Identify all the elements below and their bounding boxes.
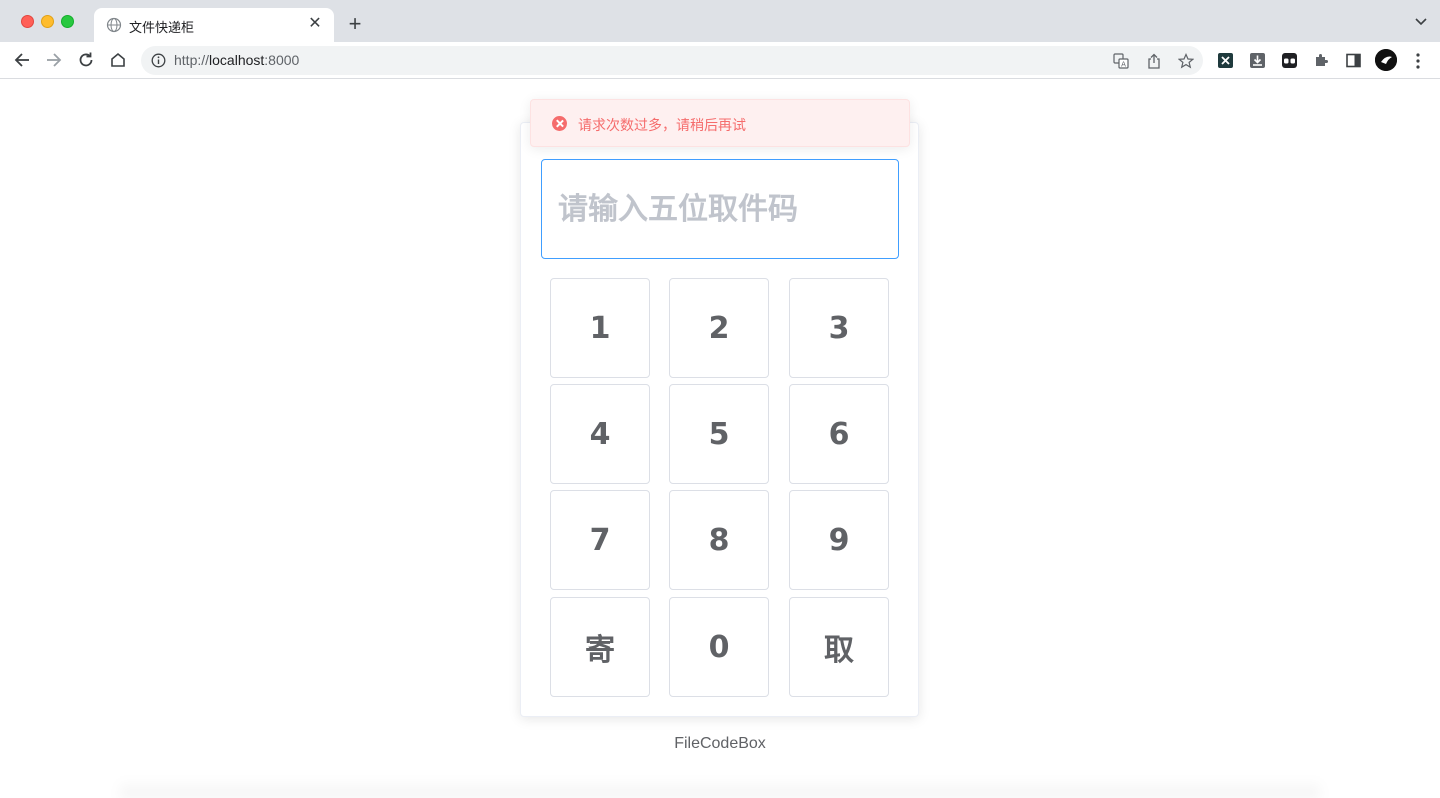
page-content: 请求次数过多，请稍后再试 1 2 3 4 5 6 7 8 9 寄 0 取 Fil…: [0, 80, 1440, 798]
close-window-button[interactable]: [21, 15, 34, 28]
browser-tab[interactable]: 文件快递柜 ✕: [94, 8, 334, 42]
footer-brand: FileCodeBox: [674, 735, 766, 752]
alert-message: 请求次数过多，请稍后再试: [578, 117, 746, 133]
translate-icon[interactable]: A: [1113, 53, 1129, 69]
key-6[interactable]: 6: [789, 384, 889, 484]
maximize-window-button[interactable]: [61, 15, 74, 28]
key-2[interactable]: 2: [669, 278, 769, 378]
key-8[interactable]: 8: [669, 490, 769, 590]
key-0[interactable]: 0: [669, 597, 769, 697]
minimize-window-button[interactable]: [41, 15, 54, 28]
reload-icon[interactable]: [76, 50, 96, 70]
avatar-image: [1375, 49, 1397, 71]
key-5[interactable]: 5: [669, 384, 769, 484]
address-bar[interactable]: http://localhost:8000 A: [141, 46, 1203, 75]
key-9[interactable]: 9: [789, 490, 889, 590]
puzzle-extensions-icon[interactable]: [1313, 52, 1330, 69]
tab-title: 文件快递柜: [129, 20, 195, 35]
send-file-button[interactable]: 寄: [550, 597, 650, 697]
error-circle-icon: [552, 116, 567, 131]
extension-x-icon[interactable]: [1217, 52, 1234, 69]
bookmark-star-icon[interactable]: [1178, 53, 1194, 69]
browser-tab-bar: 文件快递柜 ✕ +: [0, 0, 1440, 42]
share-icon[interactable]: [1146, 53, 1162, 69]
glasses-extension-icon[interactable]: [1281, 52, 1298, 69]
pickup-code-input[interactable]: [541, 159, 899, 259]
close-tab-icon[interactable]: ✕: [306, 15, 324, 33]
download-icon[interactable]: [1249, 52, 1266, 69]
key-3[interactable]: 3: [789, 278, 889, 378]
key-1[interactable]: 1: [550, 278, 650, 378]
globe-icon: [106, 17, 122, 33]
back-arrow-icon[interactable]: [12, 50, 32, 70]
key-7[interactable]: 7: [550, 490, 650, 590]
new-tab-button[interactable]: +: [344, 13, 366, 35]
forward-arrow-icon[interactable]: [44, 50, 64, 70]
chevron-down-icon[interactable]: [1414, 15, 1428, 29]
profile-avatar[interactable]: [1375, 49, 1397, 71]
side-panel-icon[interactable]: [1345, 52, 1362, 69]
key-4[interactable]: 4: [550, 384, 650, 484]
bottom-shadow: [120, 780, 1320, 798]
error-alert: 请求次数过多，请稍后再试: [530, 99, 910, 147]
info-icon[interactable]: [151, 53, 166, 68]
url-text: http://localhost:8000: [174, 52, 300, 68]
more-menu-icon[interactable]: [1410, 51, 1426, 71]
retrieve-file-button[interactable]: 取: [789, 597, 889, 697]
home-icon[interactable]: [108, 50, 128, 70]
browser-toolbar: http://localhost:8000 A: [0, 42, 1440, 79]
svg-text:A: A: [1121, 61, 1126, 69]
